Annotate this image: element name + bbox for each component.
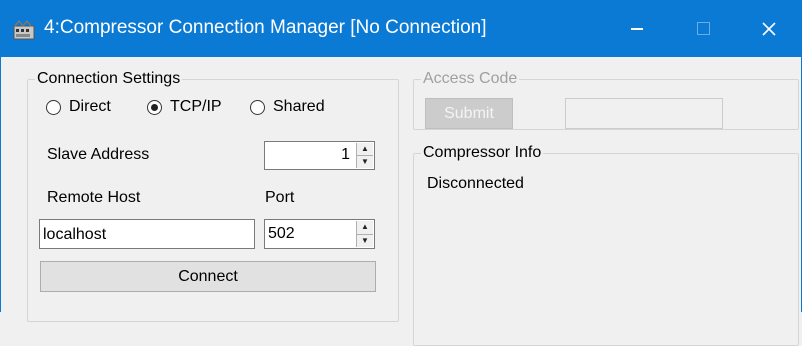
port-value: 502 (268, 225, 295, 242)
port-spin-buttons: ▲ ▼ (356, 221, 373, 247)
window-client-area: Connection Settings Direct TCP/IP Shared… (0, 57, 802, 346)
radio-shared-label: Shared (273, 98, 325, 115)
access-code-legend: Access Code (423, 70, 518, 87)
window-title: 4:Compressor Connection Manager [No Conn… (44, 17, 487, 38)
radio-direct-label: Direct (69, 98, 111, 115)
radio-shared-circle[interactable] (250, 99, 265, 115)
minimize-button[interactable] (604, 0, 670, 57)
remote-host-value: localhost (43, 226, 107, 243)
radio-tcpip-circle[interactable] (147, 99, 162, 115)
remote-host-input[interactable]: localhost (39, 219, 255, 249)
port-label: Port (265, 189, 295, 206)
slave-address-label: Slave Address (47, 146, 150, 163)
spin-up-icon[interactable]: ▲ (357, 221, 373, 235)
connection-settings-legend: Connection Settings (37, 70, 181, 87)
slave-address-value: 1 (341, 146, 350, 163)
submit-button[interactable]: Submit (425, 98, 513, 129)
radio-tcpip[interactable]: TCP/IP (147, 98, 222, 116)
minimize-icon (631, 27, 643, 30)
access-code-input[interactable] (565, 98, 723, 129)
compressor-status-text: Disconnected (427, 175, 524, 192)
close-icon (762, 21, 776, 36)
port-stepper[interactable]: 502 ▲ ▼ (264, 219, 375, 249)
remote-host-label: Remote Host (47, 189, 141, 206)
spin-down-icon[interactable]: ▼ (357, 156, 373, 168)
title-bar[interactable]: 4:Compressor Connection Manager [No Conn… (0, 0, 802, 57)
spin-down-icon[interactable]: ▼ (357, 234, 373, 247)
connect-button[interactable]: Connect (40, 261, 376, 292)
slave-address-stepper[interactable]: 1 ▲ ▼ (264, 141, 375, 170)
maximize-icon (696, 22, 710, 35)
app-icon (13, 19, 35, 40)
slave-address-spin-buttons: ▲ ▼ (356, 143, 373, 168)
radio-direct[interactable]: Direct (46, 98, 111, 116)
radio-shared[interactable]: Shared (250, 98, 325, 116)
radio-direct-circle[interactable] (46, 99, 61, 115)
spin-up-icon[interactable]: ▲ (357, 143, 373, 156)
maximize-button[interactable] (670, 0, 736, 57)
compressor-info-legend: Compressor Info (423, 144, 542, 161)
radio-tcpip-label: TCP/IP (170, 98, 222, 115)
close-button[interactable] (736, 0, 802, 57)
